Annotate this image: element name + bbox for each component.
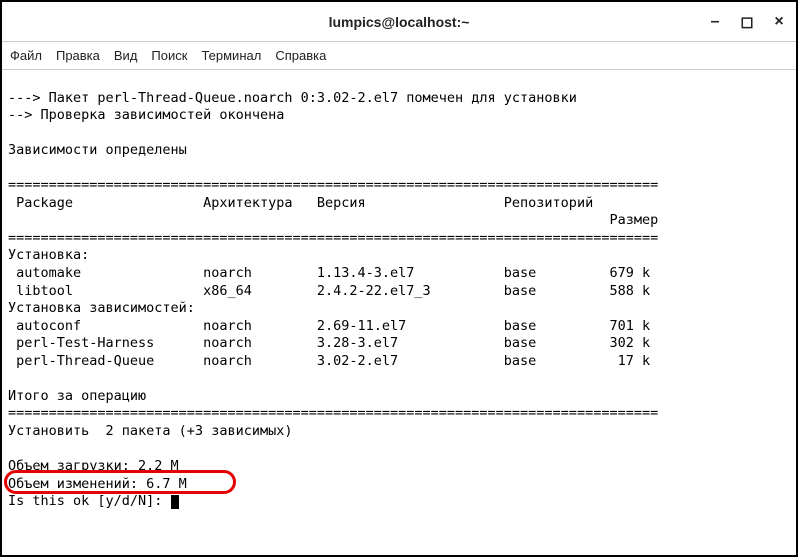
terminal-line: ========================================…: [8, 177, 658, 193]
terminal-line: automake noarch 1.13.4-3.el7 base 679 k: [8, 265, 650, 281]
cursor: [171, 495, 179, 509]
terminal-line: libtool x86_64 2.4.2-22.el7_3 base 588 k: [8, 283, 650, 299]
terminal-line: ========================================…: [8, 230, 658, 246]
terminal-line: Package Архитектура Версия Репозиторий: [8, 195, 593, 211]
terminal-line: Размер: [8, 212, 658, 228]
terminal-line: Итого за операцию: [8, 388, 146, 404]
terminal-line: Объем изменений: 6.7 M: [8, 476, 187, 492]
terminal-line: --> Проверка зависимостей окончена: [8, 107, 284, 123]
menu-view[interactable]: Вид: [114, 48, 138, 63]
terminal-line: ========================================…: [8, 405, 658, 421]
window-title: lumpics@localhost:~: [329, 14, 470, 30]
menu-help[interactable]: Справка: [275, 48, 326, 63]
terminal-line: Установить 2 пакета (+3 зависимых): [8, 423, 292, 439]
menu-edit[interactable]: Правка: [56, 48, 100, 63]
terminal-line: autoconf noarch 2.69-11.el7 base 701 k: [8, 318, 650, 334]
terminal-area[interactable]: ---> Пакет perl-Thread-Queue.noarch 0:3.…: [2, 70, 796, 555]
terminal-line: Зависимости определены: [8, 142, 187, 158]
menu-search[interactable]: Поиск: [151, 48, 187, 63]
terminal-line: perl-Thread-Queue noarch 3.02-2.el7 base…: [8, 353, 650, 369]
terminal-line: Установка:: [8, 247, 89, 263]
maximize-icon[interactable]: ◻: [738, 12, 756, 32]
terminal-line: Объем загрузки: 2.2 M: [8, 458, 179, 474]
menu-terminal[interactable]: Терминал: [201, 48, 261, 63]
menubar: Файл Правка Вид Поиск Терминал Справка: [2, 42, 796, 70]
terminal-line: Установка зависимостей:: [8, 300, 195, 316]
terminal-line: ---> Пакет perl-Thread-Queue.noarch 0:3.…: [8, 90, 577, 106]
minimize-icon[interactable]: –: [706, 13, 724, 31]
terminal-line: perl-Test-Harness noarch 3.28-3.el7 base…: [8, 335, 650, 351]
terminal-prompt: Is this ok [y/d/N]:: [8, 493, 171, 509]
titlebar: lumpics@localhost:~ – ◻ ×: [2, 2, 796, 42]
window-controls: – ◻ ×: [706, 2, 788, 42]
menu-file[interactable]: Файл: [10, 48, 42, 63]
close-icon[interactable]: ×: [770, 13, 788, 31]
